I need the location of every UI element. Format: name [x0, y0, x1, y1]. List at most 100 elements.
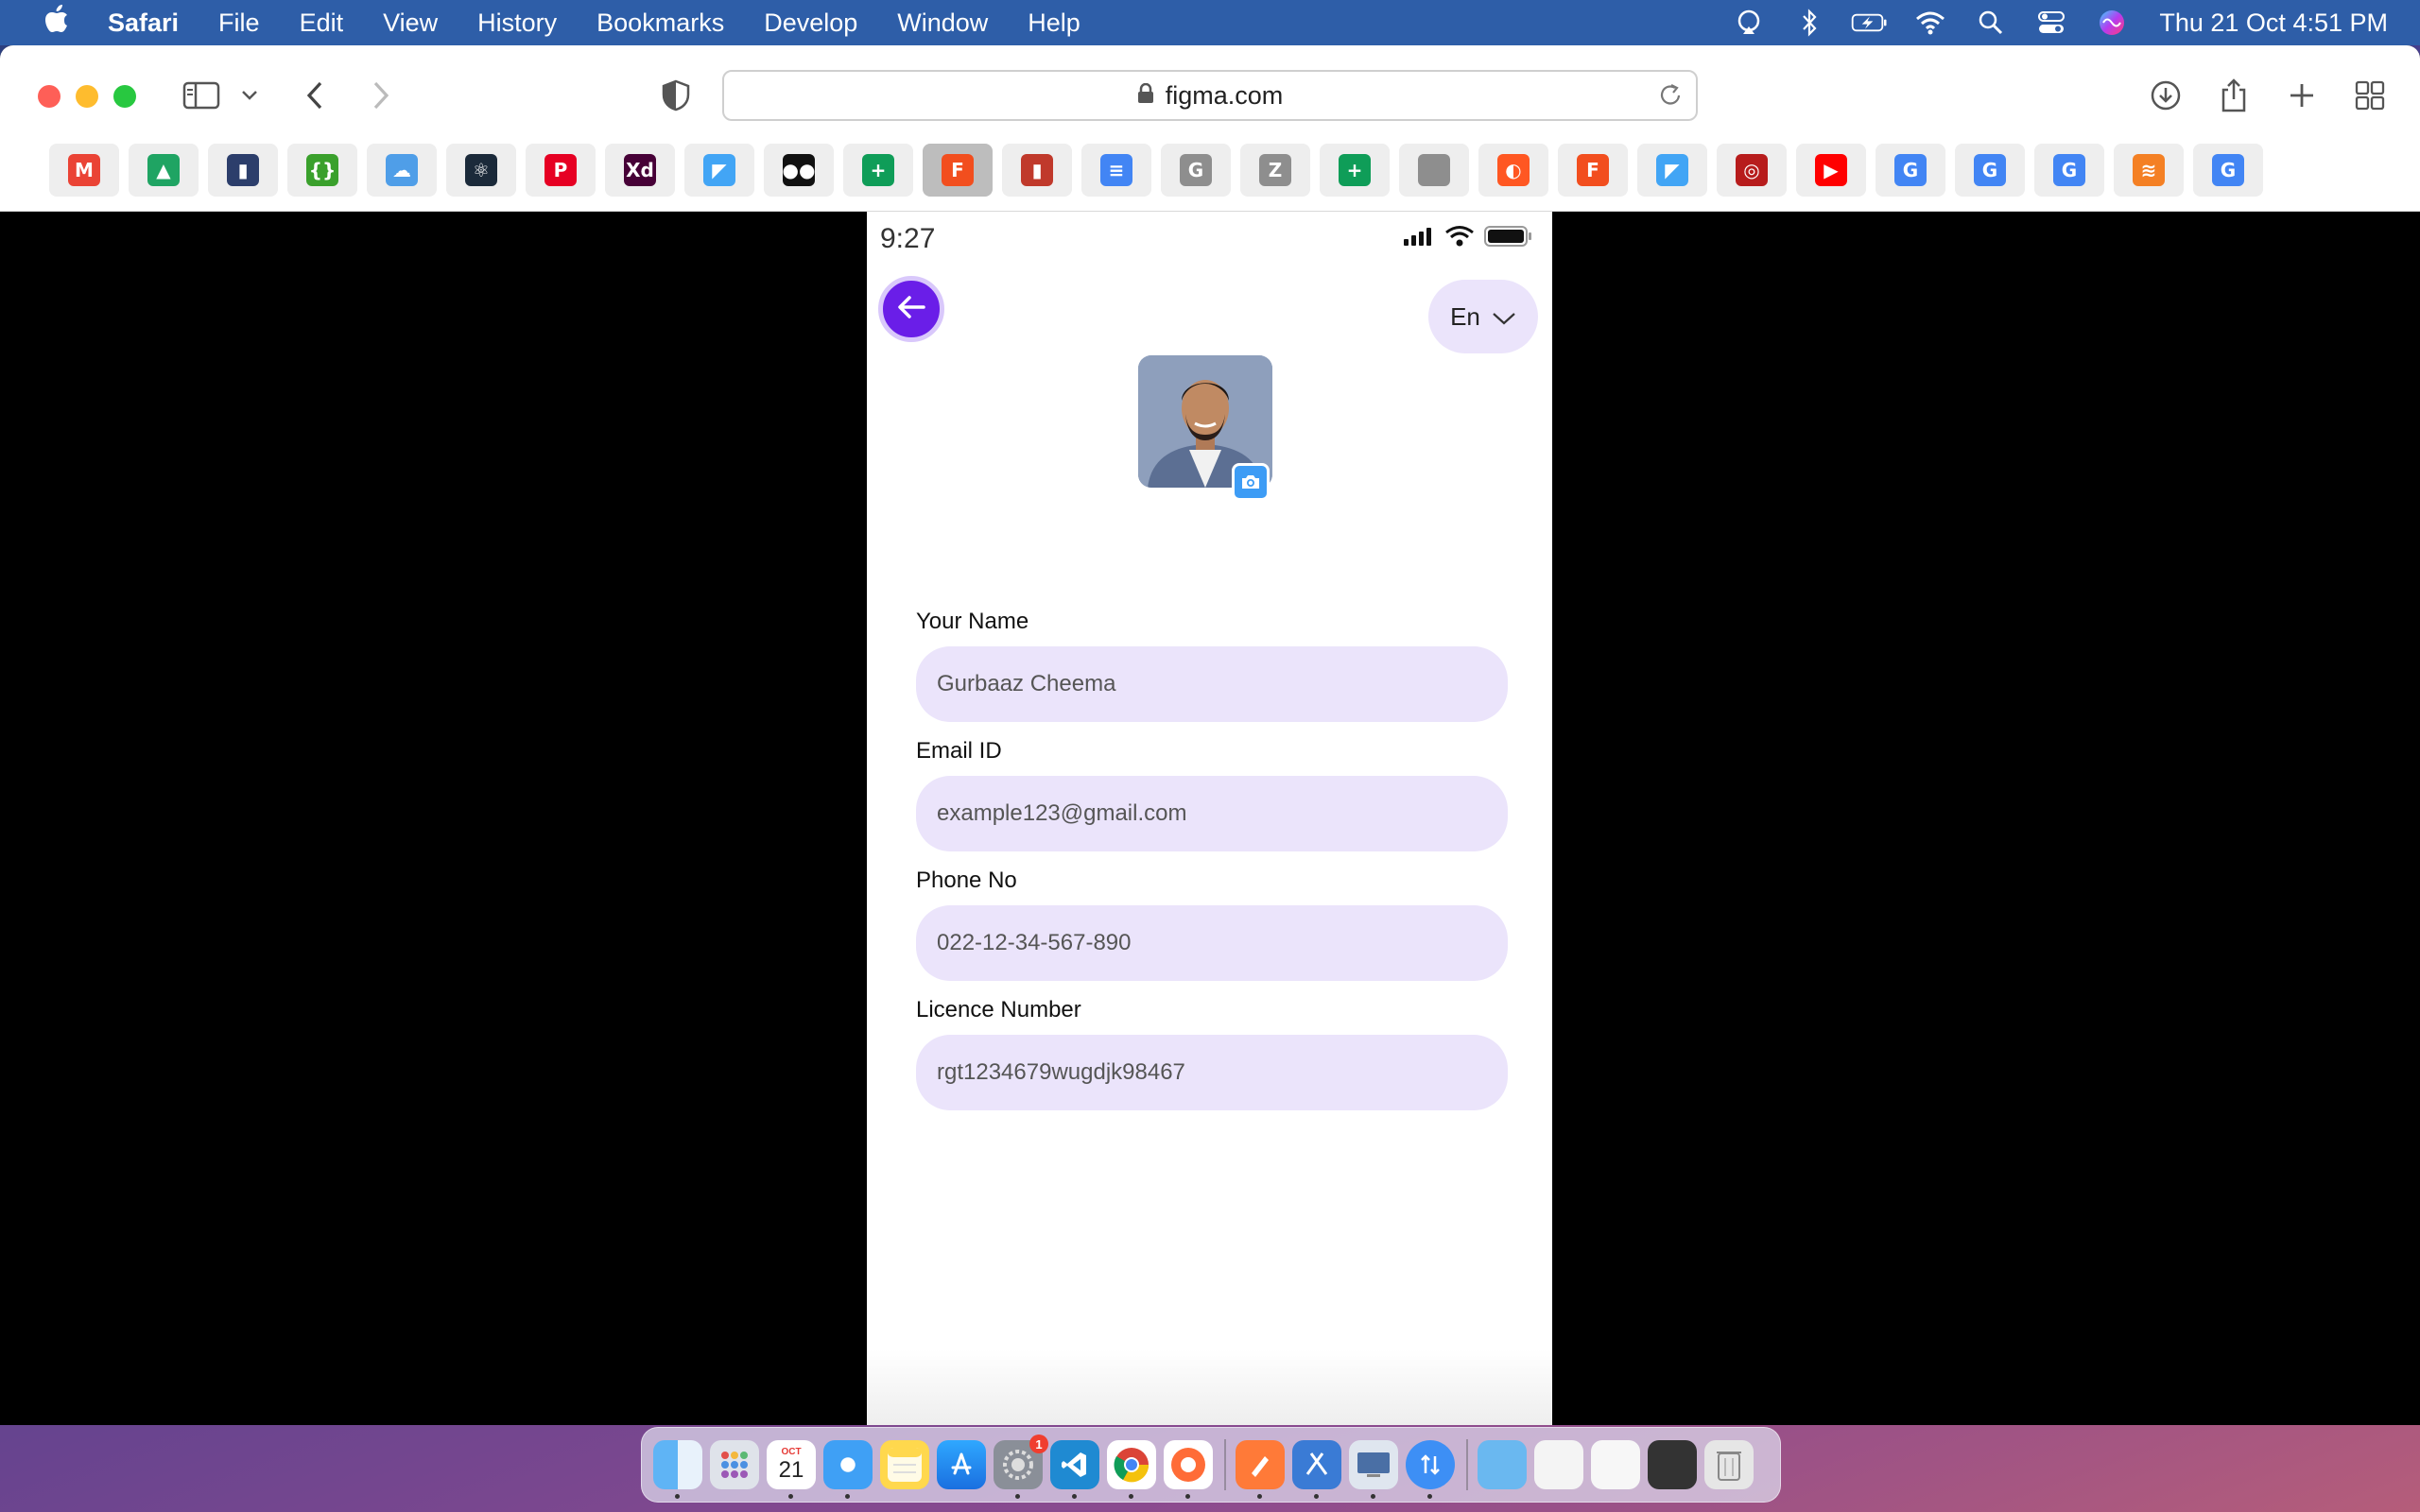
minimize-window-button[interactable] — [76, 85, 98, 108]
wifi-icon[interactable] — [1911, 4, 1949, 42]
favorite-google-drive[interactable]: ▲ — [129, 144, 199, 197]
share-icon[interactable] — [2212, 74, 2256, 117]
finder-icon[interactable] — [653, 1440, 702, 1499]
vscode-icon[interactable] — [1050, 1440, 1099, 1499]
menu-window[interactable]: Window — [897, 9, 988, 38]
name-field[interactable]: Gurbaaz Cheema — [916, 646, 1508, 722]
favorite-google-sheets[interactable]: + — [843, 144, 913, 197]
calendar-icon[interactable]: OCT 21 — [767, 1440, 816, 1499]
language-selector[interactable]: En — [1428, 280, 1538, 353]
back-nav-icon[interactable] — [293, 74, 337, 117]
favorite-google-2[interactable]: G — [1955, 144, 2025, 197]
pen-tool-icon[interactable] — [1236, 1440, 1285, 1499]
favorite-z-grey[interactable]: Z — [1240, 144, 1310, 197]
address-bar[interactable]: figma.com — [722, 70, 1698, 121]
favorite-figma[interactable]: F — [923, 144, 993, 197]
favorite-apple[interactable] — [1399, 144, 1469, 197]
simulator-icon[interactable] — [1349, 1440, 1398, 1499]
bottom-fade — [867, 1349, 1552, 1425]
battery-charging-icon[interactable] — [1851, 4, 1889, 42]
favorite-gmail[interactable]: M — [49, 144, 119, 197]
google-drive-icon: ▲ — [147, 154, 180, 186]
favorite-analytics[interactable]: ▮ — [1002, 144, 1072, 197]
name-label: Your Name — [916, 609, 1029, 634]
favorite-google-sheets-2[interactable]: + — [1320, 144, 1390, 197]
favorite-google-docs[interactable]: ≡ — [1081, 144, 1151, 197]
menu-help[interactable]: Help — [1028, 9, 1080, 38]
favorite-figma-2[interactable]: F — [1558, 144, 1628, 197]
favorite-google-3[interactable]: G — [2034, 144, 2104, 197]
menu-file[interactable]: File — [218, 9, 260, 38]
app-store-icon[interactable] — [937, 1440, 986, 1489]
menu-edit[interactable]: Edit — [300, 9, 344, 38]
privacy-shield-icon[interactable] — [654, 74, 698, 117]
favorite-circle-app[interactable]: ◎ — [1717, 144, 1787, 197]
menu-bookmarks[interactable]: Bookmarks — [596, 9, 724, 38]
folder-icon[interactable] — [1478, 1440, 1527, 1489]
downloads-icon[interactable] — [2144, 74, 2187, 117]
spotlight-search-icon[interactable] — [1972, 4, 2010, 42]
menu-view[interactable]: View — [383, 9, 438, 38]
arrow-left-icon — [897, 295, 925, 324]
sidebar-toggle-icon[interactable] — [180, 74, 223, 117]
chevron-down-icon[interactable] — [231, 74, 268, 117]
menu-clock[interactable]: Thu 21 Oct 4:51 PM — [2159, 9, 2388, 38]
licence-field[interactable]: rgt1234679wugdjk98467 — [916, 1035, 1508, 1110]
menu-develop[interactable]: Develop — [764, 9, 857, 38]
menu-app-safari[interactable]: Safari — [108, 9, 179, 38]
licence-label: Licence Number — [916, 997, 1081, 1022]
pinterest-icon: P — [544, 154, 577, 186]
favorite-google-4[interactable]: G — [2193, 144, 2263, 197]
reload-icon[interactable] — [1658, 83, 1683, 114]
favorite-api-tool[interactable]: {} — [287, 144, 357, 197]
bluetooth-icon[interactable] — [1790, 4, 1828, 42]
chrome-icon[interactable] — [1107, 1440, 1156, 1499]
flutter-icon: ◤ — [703, 154, 735, 186]
siri-icon[interactable] — [2093, 4, 2131, 42]
favorite-stack-overflow[interactable]: ≋ — [2114, 144, 2184, 197]
favorite-google-1[interactable]: G — [1876, 144, 1945, 197]
zoom-window-button[interactable] — [113, 85, 136, 108]
launchpad-icon[interactable] — [710, 1440, 759, 1489]
favorite-icloud[interactable]: ☁ — [367, 144, 437, 197]
analytics-icon: ▮ — [1021, 154, 1053, 186]
calendar-day: 21 — [778, 1457, 804, 1483]
profile-photo[interactable] — [1138, 355, 1276, 501]
control-center-icon[interactable] — [2032, 4, 2070, 42]
favorite-g-grey[interactable]: G — [1161, 144, 1231, 197]
notes-icon[interactable] — [880, 1440, 929, 1489]
airplay-icon[interactable] — [1730, 4, 1768, 42]
favorite-adobe-xd[interactable]: Xd — [605, 144, 675, 197]
favorite-react[interactable]: ⚛ — [446, 144, 516, 197]
menu-history[interactable]: History — [477, 9, 557, 38]
favorite-flutter[interactable]: ◤ — [684, 144, 754, 197]
system-preferences-icon[interactable]: 1 — [994, 1435, 1048, 1499]
terminal-stack-icon[interactable] — [1648, 1440, 1697, 1489]
apple-menu-icon[interactable] — [38, 5, 76, 41]
trash-icon[interactable] — [1704, 1440, 1754, 1489]
camera-icon[interactable] — [1232, 463, 1270, 501]
close-window-button[interactable] — [38, 85, 60, 108]
transfer-app-icon[interactable] — [1406, 1440, 1455, 1499]
phone-field[interactable]: 022-12-34-567-890 — [916, 905, 1508, 981]
document-stack-icon[interactable] — [1534, 1440, 1583, 1489]
favorite-pinterest[interactable]: P — [526, 144, 596, 197]
email-field[interactable]: example123@gmail.com — [916, 776, 1508, 851]
favorite-medium[interactable]: ●● — [764, 144, 834, 197]
phone-battery-icon — [1484, 225, 1533, 252]
screenshot-stack-icon[interactable] — [1591, 1440, 1640, 1489]
favorite-flutter-2[interactable]: ◤ — [1637, 144, 1707, 197]
xcode-icon[interactable] — [1292, 1440, 1341, 1499]
email-label: Email ID — [916, 738, 1002, 764]
new-tab-icon[interactable] — [2280, 74, 2324, 117]
google-4-icon: G — [2212, 154, 2244, 186]
favorite-youtube[interactable]: ▶ — [1796, 144, 1866, 197]
phone-status-time: 9:27 — [880, 223, 936, 254]
postman-icon[interactable] — [1164, 1440, 1213, 1499]
favorite-bookmark-app[interactable]: ▮ — [208, 144, 278, 197]
tab-overview-icon[interactable] — [2348, 74, 2392, 117]
forward-nav-icon[interactable] — [359, 74, 403, 117]
favorite-colorful-app[interactable]: ◐ — [1478, 144, 1548, 197]
safari-compass-icon[interactable] — [823, 1440, 873, 1499]
back-button[interactable] — [878, 276, 944, 342]
